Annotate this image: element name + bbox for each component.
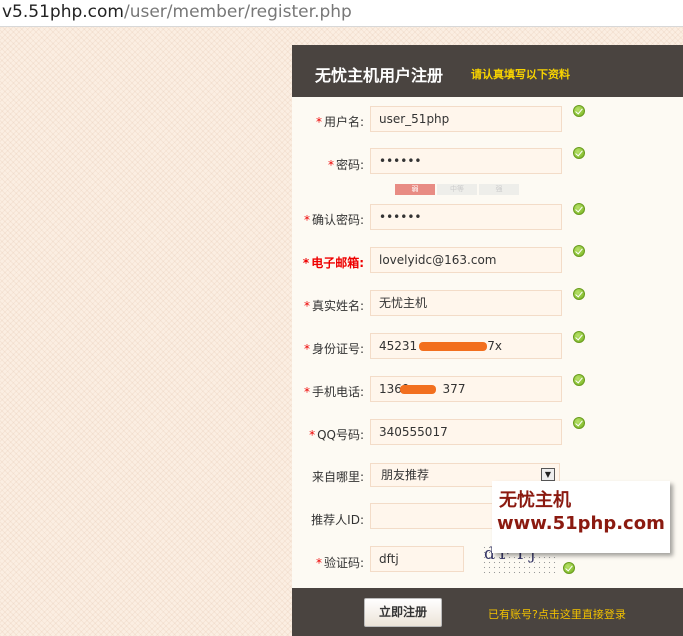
required-mark: *: [309, 428, 316, 442]
qq-label: * QQ号码:: [309, 428, 364, 442]
strength-medium: 中等: [437, 184, 477, 195]
source-label: 来自哪里:: [311, 470, 364, 484]
captcha-input[interactable]: dftj: [370, 546, 464, 572]
url-host: v5.51php.com: [2, 2, 124, 22]
check-ok-icon: [573, 374, 585, 386]
idcard-value-end: 7x: [487, 339, 502, 353]
watermark-line1: 无忧主机: [499, 490, 571, 511]
referrer-label: 推荐人ID:: [311, 513, 364, 527]
email-label: * 电子邮箱:: [302, 256, 364, 270]
redaction-mark: [419, 342, 487, 351]
watermark: 无忧主机 www.51php.com: [492, 481, 670, 553]
username-input[interactable]: user_51php: [370, 106, 562, 132]
required-mark: *: [303, 299, 310, 313]
required-mark: *: [302, 256, 310, 270]
realname-input[interactable]: 无忧主机: [370, 290, 562, 316]
page-title: 无忧主机用户注册: [315, 66, 444, 85]
panel-header: 无忧主机用户注册 请认真填写以下资料: [292, 45, 683, 97]
check-ok-icon: [573, 147, 585, 159]
check-ok-icon: [573, 245, 585, 257]
required-mark: *: [327, 158, 334, 172]
mobile-input[interactable]: 1369 377: [370, 376, 562, 402]
url-text[interactable]: v5.51php.com/user/member/register.php: [2, 2, 352, 22]
required-mark: *: [315, 115, 322, 129]
password-label: * 密码:: [327, 158, 364, 172]
redaction-mark: [400, 385, 436, 394]
required-mark: *: [303, 385, 310, 399]
captcha-label: * 验证码:: [315, 556, 364, 570]
confirm-password-input[interactable]: ••••••: [370, 204, 562, 230]
idcard-label: * 身份证号:: [303, 342, 364, 356]
check-ok-icon: [563, 562, 575, 574]
watermark-line2: www.51php.com: [497, 513, 665, 534]
page-subtitle: 请认真填写以下资料: [471, 68, 570, 81]
realname-label: * 真实姓名:: [303, 299, 364, 313]
required-mark: *: [315, 556, 322, 570]
qq-input[interactable]: 340555017: [370, 419, 562, 445]
check-ok-icon: [573, 203, 585, 215]
register-button[interactable]: 立即注册: [364, 598, 442, 627]
check-ok-icon: [573, 288, 585, 300]
mobile-value-end: 377: [442, 382, 466, 396]
mobile-label: * 手机电话:: [303, 385, 364, 399]
confirm-password-label: * 确认密码:: [303, 213, 364, 227]
source-selected-value: 朋友推荐: [381, 468, 430, 482]
username-label: * 用户名:: [315, 115, 364, 129]
required-mark: *: [303, 342, 310, 356]
strength-weak: 弱: [395, 184, 435, 195]
address-bar[interactable]: v5.51php.com/user/member/register.php: [0, 0, 683, 27]
check-ok-icon: [573, 105, 585, 117]
url-path: /user/member/register.php: [123, 2, 352, 22]
dropdown-arrow-icon[interactable]: ▼: [541, 468, 555, 481]
check-ok-icon: [573, 417, 585, 429]
password-input[interactable]: ••••••: [370, 148, 562, 174]
form-footer: 立即注册 已有账号?点击这里直接登录: [292, 588, 683, 636]
login-link[interactable]: 已有账号?点击这里直接登录: [488, 606, 626, 622]
check-ok-icon: [573, 331, 585, 343]
strength-strong: 强: [479, 184, 519, 195]
idcard-value-start: 45231: [379, 339, 418, 353]
required-mark: *: [303, 213, 310, 227]
email-input[interactable]: lovelyidc@163.com: [370, 247, 562, 273]
